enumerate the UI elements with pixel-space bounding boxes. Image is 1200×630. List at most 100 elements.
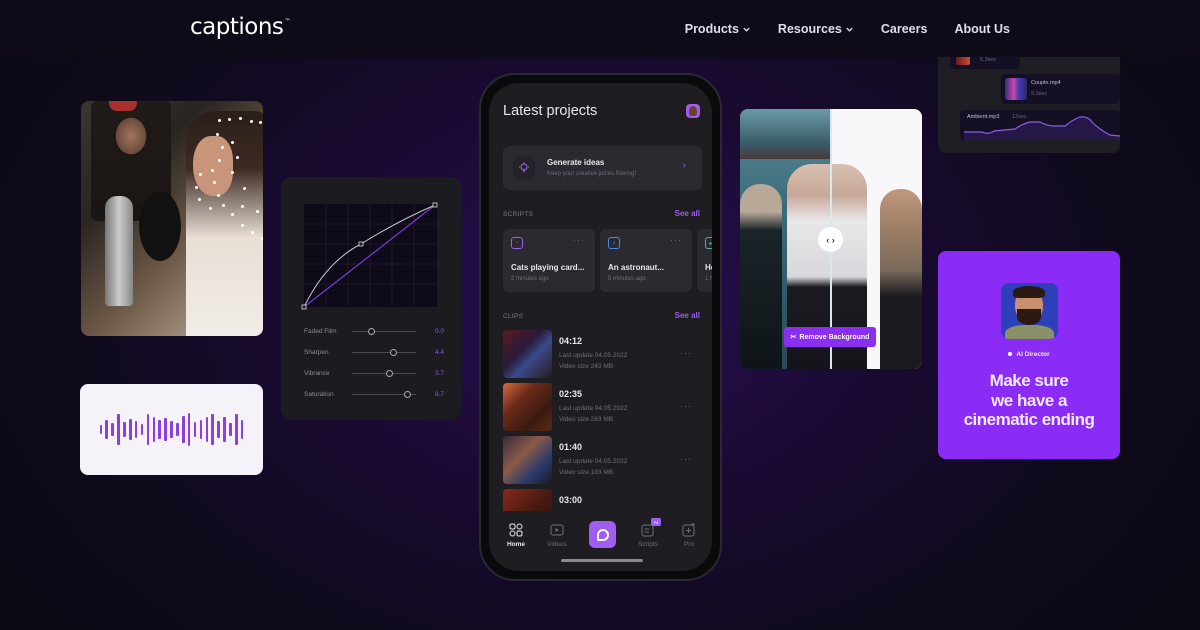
bottom-tab-bar: Home Videos Scripts AI Pro [489,511,712,571]
youtube-icon: ▸ [705,237,712,249]
face-landmark-dot [241,224,244,227]
more-options-icon[interactable]: ··· [680,348,692,358]
tiktok-icon: ♪ [608,237,620,249]
waveform-bar [235,414,238,445]
slider-track[interactable] [352,348,416,356]
face-landmark-dot [198,198,201,201]
face-landmark-dot [243,187,246,190]
waveform-bar [117,414,120,445]
script-card[interactable]: ▫ ··· Cats playing card... 2 minutes ago [503,229,595,292]
more-options-icon[interactable]: ··· [670,235,682,245]
slider-track[interactable] [352,327,416,335]
adjustment-slider[interactable]: Vibrance 3.7 [304,367,444,379]
face-landmark-dot [213,181,216,184]
adjustment-slider[interactable]: Saturation 8.7 [304,388,444,400]
curve-point [432,202,438,208]
waveform-bar [170,421,173,438]
scripts-carousel[interactable]: ▫ ··· Cats playing card... 2 minutes ago… [503,229,712,292]
pop-filter [139,191,181,261]
nav-products[interactable]: Products [685,22,751,36]
clip-item[interactable]: 02:35 Last update 04.05.2022 Video size … [503,383,702,433]
clip-updated: Last update 04.05.2022 [559,405,628,412]
script-card[interactable]: ▸ Ho 1 h [697,229,712,292]
clip-updated: Last update 04.05.2022 [559,458,628,465]
pro-icon [682,523,695,537]
scripts-section-label: SCRIPTS [503,211,534,218]
scripts-see-all-link[interactable]: See all [675,209,700,218]
main-nav: Products Resources Careers About Us [685,22,1010,36]
slider-track[interactable] [352,369,416,377]
timeline-duration: 9.3sec [1031,91,1048,97]
timeline-clip[interactable]: Couple.mp4 9.3sec [1001,74,1120,104]
clip-item[interactable]: 01:40 Last update 04.05.2022 Video size … [503,436,702,486]
video-icon [550,524,564,536]
audio-waveform-card [80,384,263,475]
face-landmark-dot [251,231,254,234]
clips-section-label: CLIPS [503,313,524,320]
audio-envelope [964,116,1120,140]
waveform-bar [240,419,244,440]
nav-careers[interactable]: Careers [881,22,928,36]
face-landmark-dot [241,205,244,208]
clips-see-all-link[interactable]: See all [675,311,700,320]
phone-screen: Latest projects Generate ideas Keep your… [489,83,712,571]
profile-avatar[interactable] [686,104,700,118]
adjustment-slider[interactable]: Sharpen 4.4 [304,346,444,358]
grid-icon [509,523,523,537]
slider-knob[interactable] [404,390,412,398]
timeline-clip[interactable]: 5.3sec [950,57,1020,69]
face-landmark-dot [216,133,219,136]
slider-knob[interactable] [385,369,393,377]
background-ceiling [740,109,830,159]
compare-slider-handle[interactable]: ‹ › [818,227,843,252]
script-title: Ho [705,263,712,272]
script-title: An astronaut... [608,263,665,272]
generate-ideas-title: Generate ideas [547,158,605,167]
captions-fab-button[interactable] [589,521,616,548]
slider-knob[interactable] [367,327,375,335]
more-options-icon[interactable]: ··· [680,401,692,411]
ai-director-tag: AI Director [938,351,1120,358]
slider-track[interactable] [352,390,416,398]
nav-resources[interactable]: Resources [778,22,854,36]
captions-app-icon [596,528,609,541]
timeline-audio-track[interactable]: Ambient.mp3 13sec [960,110,1120,140]
timeline-duration: 5.3sec [980,57,997,63]
face-landmark-dot [239,117,242,120]
adjustment-slider[interactable]: Faded Film 0.0 [304,325,444,337]
nav-about-us[interactable]: About Us [954,22,1010,36]
chevron-right-icon: › [682,160,686,171]
waveform-bar [152,416,156,443]
more-options-icon[interactable]: ··· [680,454,692,464]
tab-videos[interactable]: Videos [542,523,572,548]
red-beanie [109,101,137,111]
waveform-bar [229,423,232,436]
tab-home[interactable]: Home [501,523,531,548]
top-nav-bar: captions™ Products Resources Careers Abo… [0,0,1200,58]
tab-scripts[interactable]: Scripts [633,523,663,548]
tab-pro-label: Pro [683,541,695,548]
slider-label: Saturation [304,390,334,398]
ai-director-card: AI Director Make sure we have a cinemati… [938,251,1120,459]
remove-background-button[interactable]: ✂ Remove Background [784,327,876,347]
slider-knob[interactable] [390,348,398,356]
clip-updated: Last update 04.05.2022 [559,352,628,359]
captions-logo[interactable]: captions™ [190,14,290,40]
tab-scripts-label: Scripts [638,541,658,548]
nav-about-us-label: About Us [954,22,1010,36]
waveform-bar [123,422,126,437]
lightbulb-icon [513,157,535,179]
script-time: 2 minutes ago [511,276,549,282]
clip-item[interactable]: 04:12 Last update 04.05.2022 Video size … [503,330,702,380]
clip-duration: 01:40 [559,442,583,452]
more-options-icon[interactable]: ··· [573,235,585,245]
script-card[interactable]: ♪ ··· An astronaut... 5 minutes ago [600,229,692,292]
slider-value: 8.7 [434,390,444,398]
script-time: 1 h [705,276,712,282]
face-landmark-dot [209,207,212,210]
ai-badge: AI [651,518,661,526]
curves-graph[interactable] [281,177,461,420]
tab-videos-label: Videos [547,541,567,548]
tab-pro[interactable]: Pro [674,523,704,548]
generate-ideas-card[interactable]: Generate ideas Keep your creative juices… [503,146,702,190]
